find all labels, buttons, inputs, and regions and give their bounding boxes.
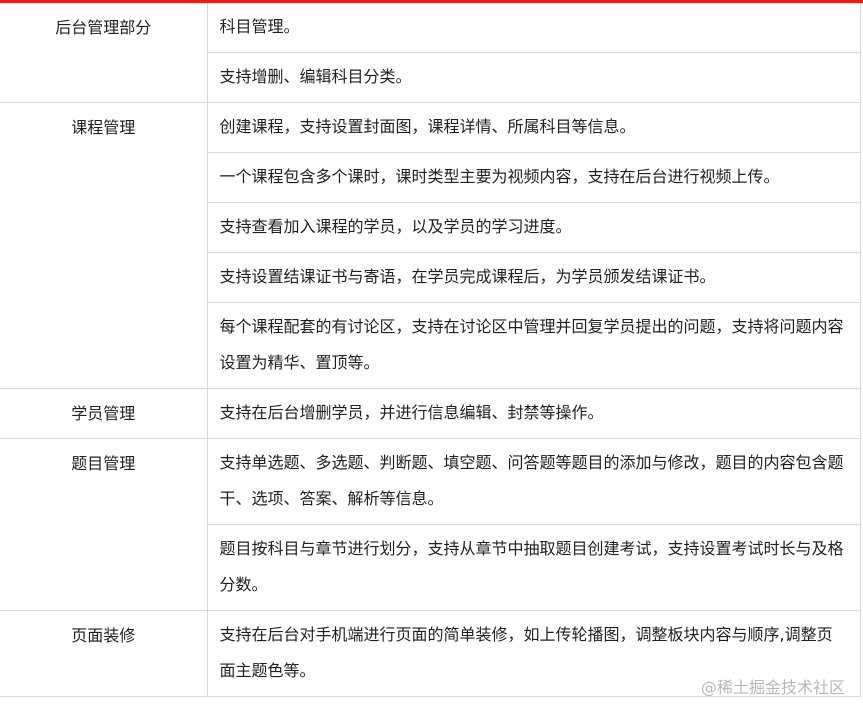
- category-cell: 课程管理: [0, 102, 208, 389]
- category-cell: 学员管理: [0, 388, 208, 439]
- watermark: @稀土掘金技术社区: [700, 678, 845, 697]
- item-cell: 支持单选题、多选题、判断题、填空题、问答题等题目的添加与修改，题目的内容包含题干…: [207, 438, 861, 525]
- item-cell: 每个课程配套的有讨论区，支持在讨论区中管理并回复学员提出的问题，支持将问题内容设…: [207, 302, 861, 389]
- category-cell: 页面装修: [0, 610, 208, 697]
- item-cell: 支持查看加入课程的学员，以及学员的学习进度。: [207, 202, 861, 253]
- item-cell: 支持增删、编辑科目分类。: [207, 52, 861, 103]
- category-cell: 题目管理: [0, 438, 208, 611]
- category-label: 后台管理部分: [55, 18, 152, 37]
- table-row: 课程管理 创建课程，支持设置封面图，课程详情、所属科目等信息。: [0, 102, 861, 389]
- item-cell: 支持设置结课证书与寄语，在学员完成课程后，为学员颁发结课证书。: [207, 252, 861, 303]
- item-cell: 科目管理。: [207, 3, 861, 53]
- item-cell: 支持在后台增删学员，并进行信息编辑、封禁等操作。: [207, 388, 861, 439]
- item-cell: 一个课程包含多个课时，课时类型主要为视频内容，支持在后台进行视频上传。: [207, 152, 861, 203]
- table-row: 后台管理部分 科目管理。: [0, 3, 861, 103]
- item-cell: 创建课程，支持设置封面图，课程详情、所属科目等信息。: [207, 102, 861, 153]
- category-label: 课程管理: [71, 118, 136, 137]
- category-cell: 后台管理部分: [0, 3, 208, 103]
- table-row: 题目管理 支持单选题、多选题、判断题、填空题、问答题等题目的添加与修改，题目的内…: [0, 438, 861, 611]
- category-label: 题目管理: [71, 454, 136, 473]
- item-cell: 题目按科目与章节进行划分，支持从章节中抽取题目创建考试，支持设置考试时长与及格分…: [207, 524, 861, 611]
- feature-table: 后台管理部分 科目管理。 支持增删、编辑科目分类。 课程管理 创建课程，支持设置…: [0, 3, 861, 697]
- table-row: 学员管理 支持在后台增删学员，并进行信息编辑、封禁等操作。: [0, 388, 861, 439]
- category-label: 学员管理: [71, 404, 136, 423]
- category-label: 页面装修: [71, 626, 136, 645]
